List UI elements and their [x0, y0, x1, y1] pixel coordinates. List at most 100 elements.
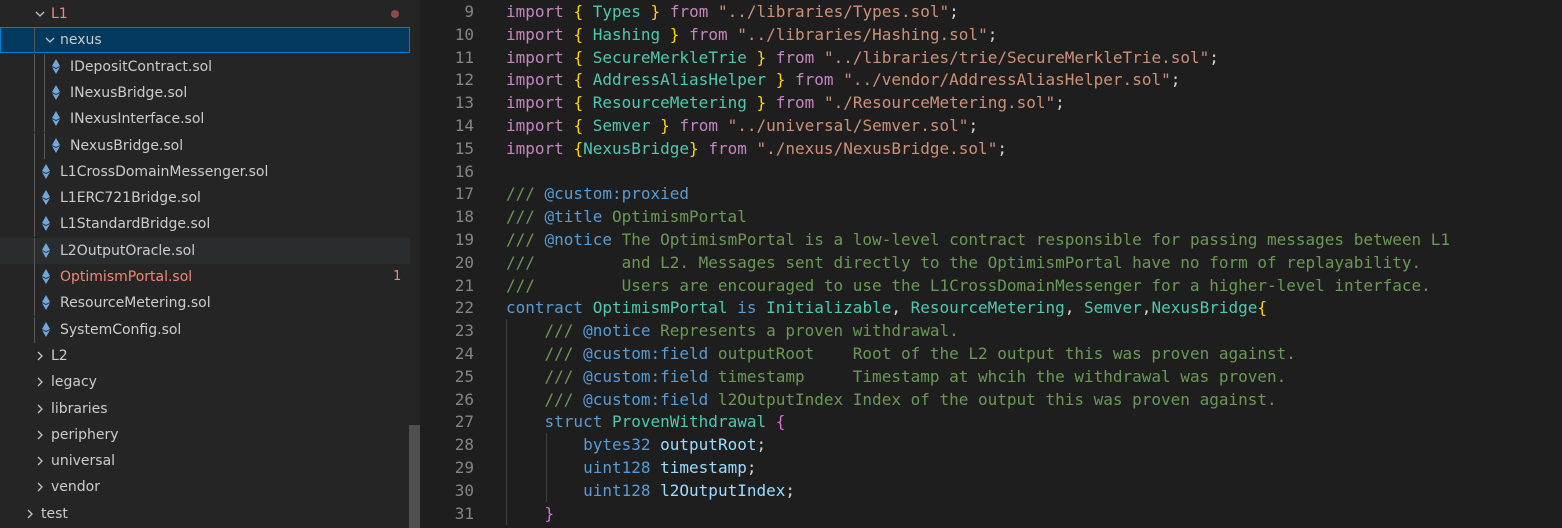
chevron-down-icon[interactable]: [42, 27, 58, 53]
explorer-folder-l2[interactable]: L2: [0, 343, 410, 369]
code-token: ResourceMetering: [910, 298, 1065, 318]
line-number: 10: [454, 24, 474, 44]
code-editor[interactable]: 9 import { Types } from "../libraries/Typ…: [420, 0, 1562, 528]
explorer-folder-universal[interactable]: universal: [0, 448, 410, 474]
chevron-right-icon[interactable]: [32, 369, 48, 395]
code-token: {: [573, 138, 584, 158]
chevron-right-icon[interactable]: [32, 422, 48, 448]
code-token: /// Users are encouraged to use the L1Cr…: [506, 275, 1431, 295]
explorer-file-l2outputoracle-sol[interactable]: L2OutputOracle.sol: [0, 237, 410, 264]
code-token: import: [506, 2, 564, 21]
code-line: 27 struct ProvenWithdrawal {: [420, 410, 1562, 434]
explorer-folder-periphery[interactable]: periphery: [0, 422, 410, 448]
code-token: ;: [785, 480, 796, 500]
code-line: 10 import { Hashing } from "../libraries/…: [420, 23, 1562, 46]
code-token: Semver: [592, 116, 651, 135]
solidity-file-icon: [51, 133, 61, 159]
line-number: 21: [454, 275, 474, 295]
tree-item-label: universal: [51, 453, 116, 470]
explorer-folder-test[interactable]: test: [0, 501, 410, 527]
explorer-file-l1standardbridge-sol[interactable]: L1StandardBridge.sol: [0, 211, 410, 238]
chevron-down-icon[interactable]: [32, 1, 48, 27]
line-number: 16: [454, 161, 474, 181]
code-token: struct: [544, 412, 603, 432]
line-number: 18: [454, 207, 474, 227]
explorer-folder-l1[interactable]: L1: [0, 1, 410, 27]
code-text: import { Hashing } from "../libraries/Ha…: [506, 23, 997, 46]
tree-item-label: L2OutputOracle.sol: [60, 242, 196, 259]
explorer-file-resourcemetering-sol[interactable]: ResourceMetering.sol: [0, 290, 410, 317]
code-token: ResourceMetering: [592, 93, 747, 113]
tree-item-label: IDepositContract.sol: [70, 58, 213, 75]
tree-item-label: INexusBridge.sol: [70, 84, 188, 101]
explorer-file-inexusinterface-sol[interactable]: INexusInterface.sol: [0, 106, 410, 133]
explorer-file-optimismportal-sol[interactable]: OptimismPortal.sol 1: [0, 264, 410, 290]
code-token: l2OutputIndex: [660, 480, 786, 500]
code-token: @custom:proxied: [544, 184, 690, 204]
code-token: {: [573, 24, 584, 44]
code-token: from: [689, 24, 728, 44]
code-token: is: [737, 298, 757, 318]
code-token: AddressAliasHelper: [592, 70, 767, 90]
code-token: import: [506, 93, 564, 113]
chevron-right-icon[interactable]: [32, 448, 48, 474]
explorer-folder-vendor[interactable]: vendor: [0, 474, 410, 500]
explorer-folder-legacy[interactable]: legacy: [0, 369, 410, 395]
line-number: 30: [454, 480, 474, 500]
line-number: 25: [454, 366, 474, 386]
explorer-scrollbar[interactable]: [409, 425, 420, 528]
code-line: 20 /// and L2. Messages sent directly to …: [420, 251, 1562, 274]
tree-item-label: L2: [51, 347, 68, 364]
code-token: }: [756, 93, 767, 113]
explorer-file-l1erc721bridge-sol[interactable]: L1ERC721Bridge.sol: [0, 185, 410, 212]
explorer-file-l1crossdomainmessenger-sol[interactable]: L1CrossDomainMessenger.sol: [0, 158, 410, 185]
code-token: NexusBridge: [1151, 298, 1258, 318]
code-token: }: [544, 503, 555, 523]
line-number: 9: [464, 2, 474, 21]
chevron-right-icon[interactable]: [32, 396, 48, 422]
code-token: {: [573, 116, 584, 135]
code-token: "../universal/Semver.sol": [727, 116, 969, 135]
chevron-right-icon[interactable]: [32, 343, 48, 369]
code-line: 25 /// @custom:field timestamp Timestamp…: [420, 364, 1562, 388]
explorer-folder-libraries[interactable]: libraries: [0, 396, 410, 422]
code-token: "./ResourceMetering.sol": [823, 93, 1056, 113]
tree-item-label: NexusBridge.sol: [70, 137, 184, 154]
tree-item-label: L1: [51, 6, 68, 22]
tree-item-label: test: [41, 505, 68, 522]
code-token: bytes32: [583, 435, 651, 455]
code-text: /// @notice Represents a proven withdraw…: [506, 319, 959, 342]
explorer-file-idepositcontract-sol[interactable]: IDepositContract.sol: [0, 53, 410, 80]
code-line: 21 /// Users are encouraged to use the L1…: [420, 274, 1562, 297]
explorer-file-nexusbridge-sol[interactable]: NexusBridge.sol: [0, 132, 410, 159]
file-explorer: L1 nexus IDepositContract.sol INexusBridge.…: [0, 0, 420, 528]
modified-dot-icon: [391, 10, 399, 18]
code-token: outputRoot: [660, 435, 757, 455]
indent-guide: [34, 237, 35, 264]
solidity-file-icon: [41, 185, 51, 211]
line-number: 20: [454, 252, 474, 272]
explorer-file-systemconfig-sol[interactable]: SystemConfig.sol: [0, 316, 410, 343]
explorer-file-inexusbridge-sol[interactable]: INexusBridge.sol: [0, 79, 410, 106]
chevron-right-icon[interactable]: [22, 501, 38, 527]
chevron-right-icon[interactable]: [32, 474, 48, 500]
tree-item-label: vendor: [51, 479, 100, 496]
explorer-folder-nexus[interactable]: nexus: [0, 27, 410, 54]
